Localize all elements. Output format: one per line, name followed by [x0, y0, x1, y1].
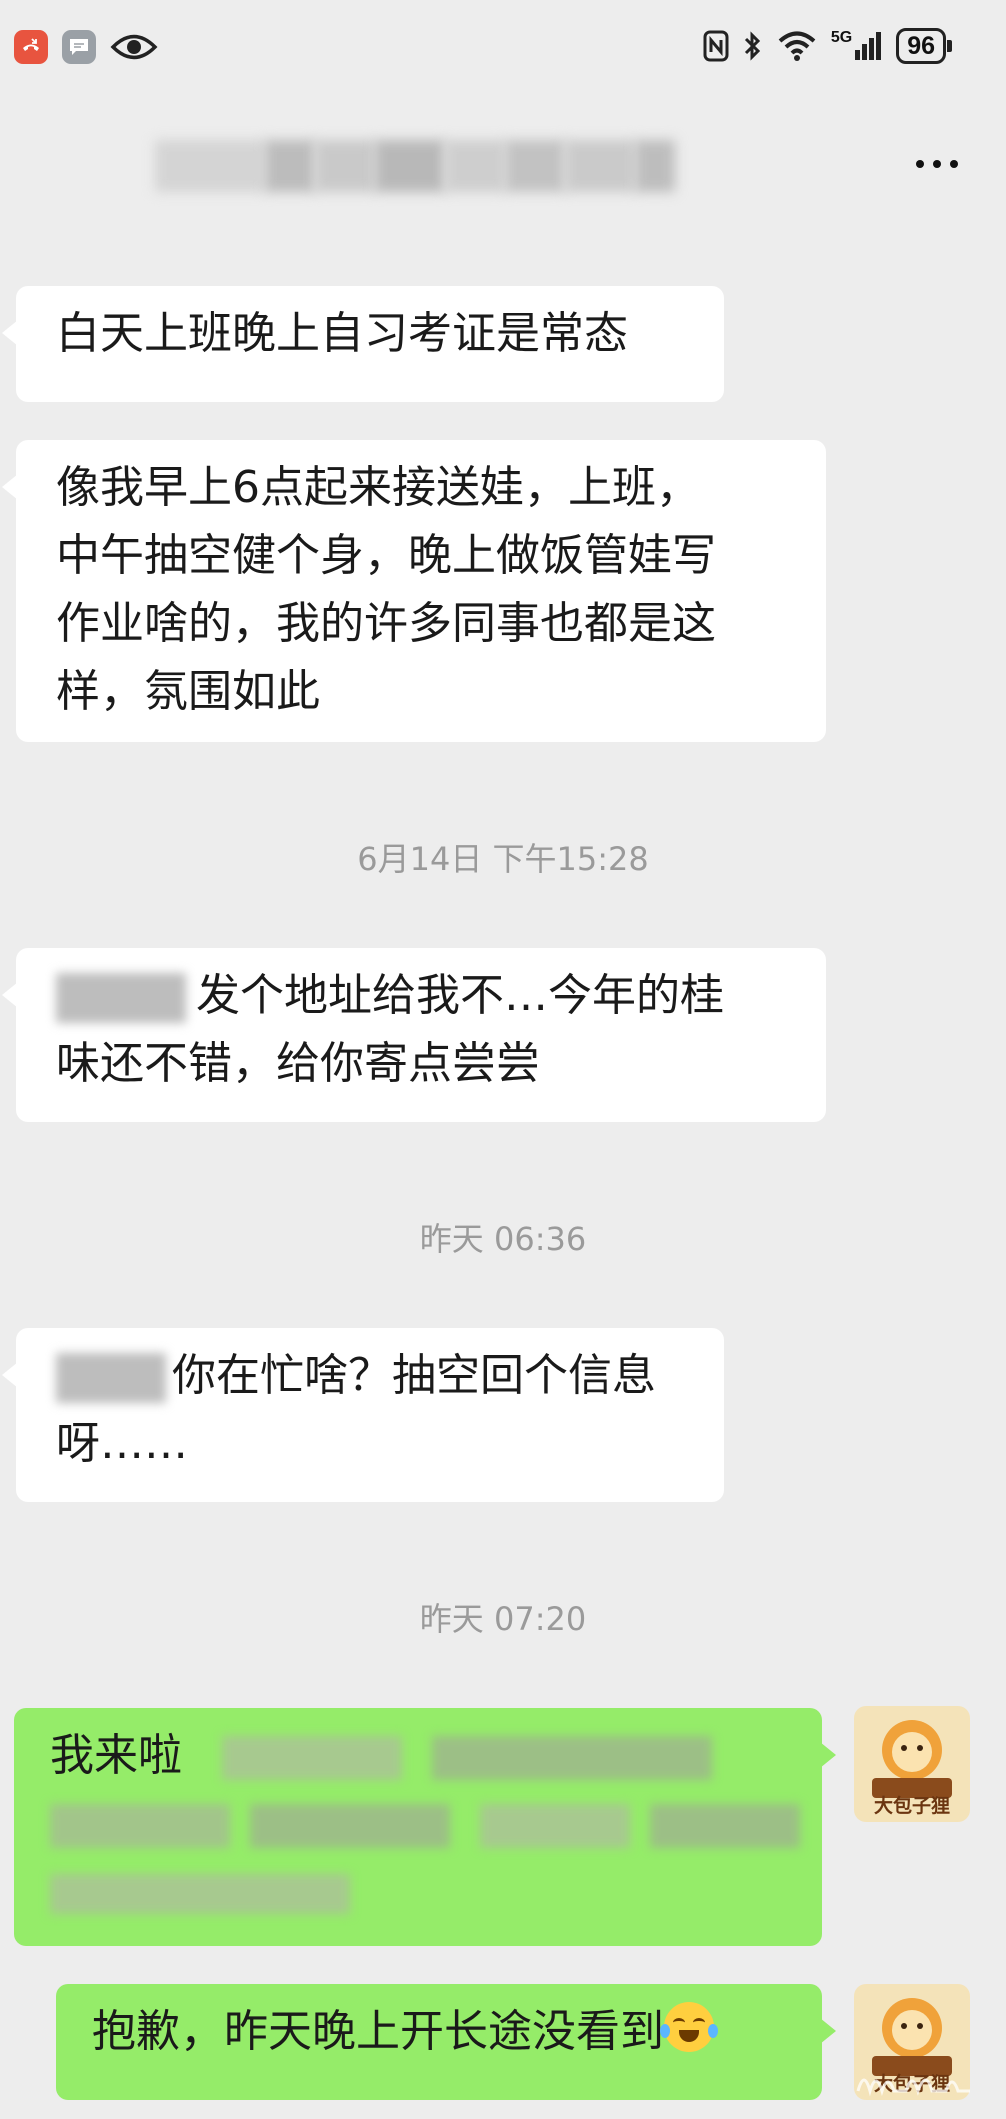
avatar[interactable]: 大包子狸	[854, 1706, 970, 1822]
battery-level: 96	[907, 31, 935, 60]
message-line: 味还不错，给你寄点尝尝	[56, 1038, 540, 1089]
message-bubble-self[interactable]: 我来啦	[14, 1708, 836, 1946]
message-text: 白天上班晚上自习考证是常态	[56, 308, 628, 359]
timestamp: 6月14日 下午15:28	[357, 840, 649, 878]
message-bubble[interactable]: 白天上班晚上自习考证是常态	[2, 286, 724, 402]
message-text: 抱歉，昨天晚上开长途没看到	[92, 2006, 664, 2057]
more-icon[interactable]	[916, 160, 958, 168]
chat-title-bar	[0, 100, 1006, 235]
battery-icon: 96	[896, 28, 952, 64]
chat-title-blurred	[155, 140, 675, 192]
avatar-text: 大包子狸	[874, 1794, 950, 1817]
message-line: 中午抽空健个身，晚上做饭管娃写	[56, 530, 716, 581]
message-line: 样，氛围如此	[56, 666, 320, 717]
message-bubble[interactable]: 像我早上6点起来接送娃，上班， 中午抽空健个身，晚上做饭管娃写 作业啥的，我的许…	[2, 440, 826, 742]
status-bar: 5G 96	[0, 0, 1006, 100]
message-bubble[interactable]: 你在忙啥？抽空回个信息 呀……	[2, 1328, 724, 1502]
eye-icon	[110, 34, 158, 60]
missed-call-icon	[14, 30, 48, 64]
timestamp: 昨天 06:36	[419, 1220, 587, 1258]
blurred-name	[56, 1353, 166, 1403]
watermark-scribble	[856, 2078, 970, 2097]
signal-icon: 5G	[831, 30, 882, 62]
wifi-icon	[778, 31, 816, 61]
message-line: 你在忙啥？抽空回个信息	[172, 1350, 656, 1401]
network-label: 5G	[830, 29, 853, 46]
nfc-icon	[703, 30, 729, 62]
timestamp: 昨天 07:20	[419, 1600, 587, 1638]
message-line: 呀……	[56, 1418, 188, 1469]
message-line: 发个地址给我不…今年的桂	[196, 970, 724, 1021]
message-bubble[interactable]: 发个地址给我不…今年的桂 味还不错，给你寄点尝尝	[2, 948, 826, 1122]
crying-laughing-emoji-icon	[660, 2002, 718, 2052]
message-line: 作业啥的，我的许多同事也都是这	[56, 598, 716, 649]
message-line: 像我早上6点起来接送娃，上班，	[56, 462, 700, 513]
blurred-name	[56, 973, 186, 1023]
bluetooth-icon	[744, 31, 760, 61]
message-text: 我来啦	[50, 1730, 182, 1781]
message-bubble-self[interactable]: 抱歉，昨天晚上开长途没看到	[56, 1984, 836, 2100]
message-icon	[62, 30, 96, 64]
